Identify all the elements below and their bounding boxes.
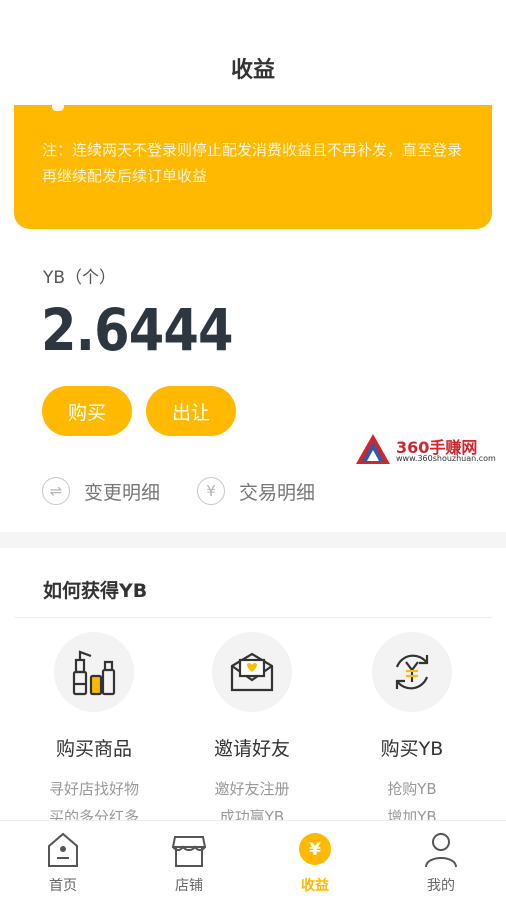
tab-home-label: 首页 xyxy=(49,878,77,894)
earn-section-title: 如何获得YB xyxy=(43,580,148,602)
tab-profile-label: 我的 xyxy=(427,878,455,894)
trade-detail-label: 交易明细 xyxy=(239,481,316,504)
page-header: 收益 xyxy=(0,0,506,105)
notice-text: 注：连续两天不登录则停止配发消费收益且不再补发，直至登录再继续配发后续订单收益 xyxy=(42,141,463,185)
exchange-arrows-icon: ⇌ xyxy=(42,477,70,505)
tab-earnings[interactable]: ¥ 收益 xyxy=(252,821,378,900)
tab-profile[interactable]: 我的 xyxy=(378,821,504,900)
section-divider xyxy=(14,617,492,618)
earn-card-desc-line1: 寻好店找好物 xyxy=(48,780,139,798)
earn-card-title: 购买YB xyxy=(380,738,444,760)
earn-card-desc-line1: 抢购YB xyxy=(387,780,437,798)
bottom-tab-bar: 首页 店铺 ¥ 收益 我的 xyxy=(0,820,506,900)
earn-card-buy-yb[interactable]: 购买YB 抢购YB 增加YB xyxy=(342,632,482,831)
watermark-triangle-icon xyxy=(356,434,390,464)
earn-card-title: 邀请好友 xyxy=(213,738,290,760)
invite-envelope-icon xyxy=(212,632,292,712)
change-detail-label: 变更明细 xyxy=(84,481,161,504)
change-detail-link[interactable]: ⇌ 变更明细 xyxy=(42,476,160,506)
page-title: 收益 xyxy=(230,58,275,83)
currency-exchange-icon xyxy=(372,632,452,712)
yen-icon: ¥ xyxy=(299,833,331,865)
watermark-logo: 360手赚网 www.360shouzhuan.com xyxy=(354,432,502,468)
cosmetics-icon xyxy=(54,632,134,712)
balance-amount: 2.6444 xyxy=(41,296,234,364)
user-icon xyxy=(425,833,457,868)
notice-banner: 注：连续两天不登录则停止配发消费收益且不再补发，直至登录再继续配发后续订单收益 xyxy=(14,105,492,229)
home-icon xyxy=(48,832,78,867)
earn-card-buy-goods[interactable]: 购买商品 寻好店找好物 买的多分红多 xyxy=(24,632,164,831)
yen-circle-icon: ¥ xyxy=(197,477,225,505)
tab-earnings-label: 收益 xyxy=(301,878,329,894)
earn-card-desc-line1: 邀好友注册 xyxy=(214,780,290,798)
buy-button[interactable]: 购买 xyxy=(42,386,132,436)
watermark-url: www.360shouzhuan.com xyxy=(396,454,496,463)
store-icon xyxy=(172,836,206,867)
svg-text:¥: ¥ xyxy=(309,840,321,860)
balance-unit-label: YB（个） xyxy=(43,268,117,288)
tab-home[interactable]: 首页 xyxy=(0,821,126,900)
tab-store[interactable]: 店铺 xyxy=(126,821,252,900)
earn-card-invite[interactable]: 邀请好友 邀好友注册 成功赢YB xyxy=(182,632,322,831)
tab-store-label: 店铺 xyxy=(175,878,203,894)
notice-dot-icon xyxy=(52,105,64,111)
section-separator xyxy=(0,532,506,548)
earn-card-title: 购买商品 xyxy=(55,738,132,760)
sell-button[interactable]: 出让 xyxy=(146,386,236,436)
trade-detail-link[interactable]: ¥ 交易明细 xyxy=(197,476,315,506)
